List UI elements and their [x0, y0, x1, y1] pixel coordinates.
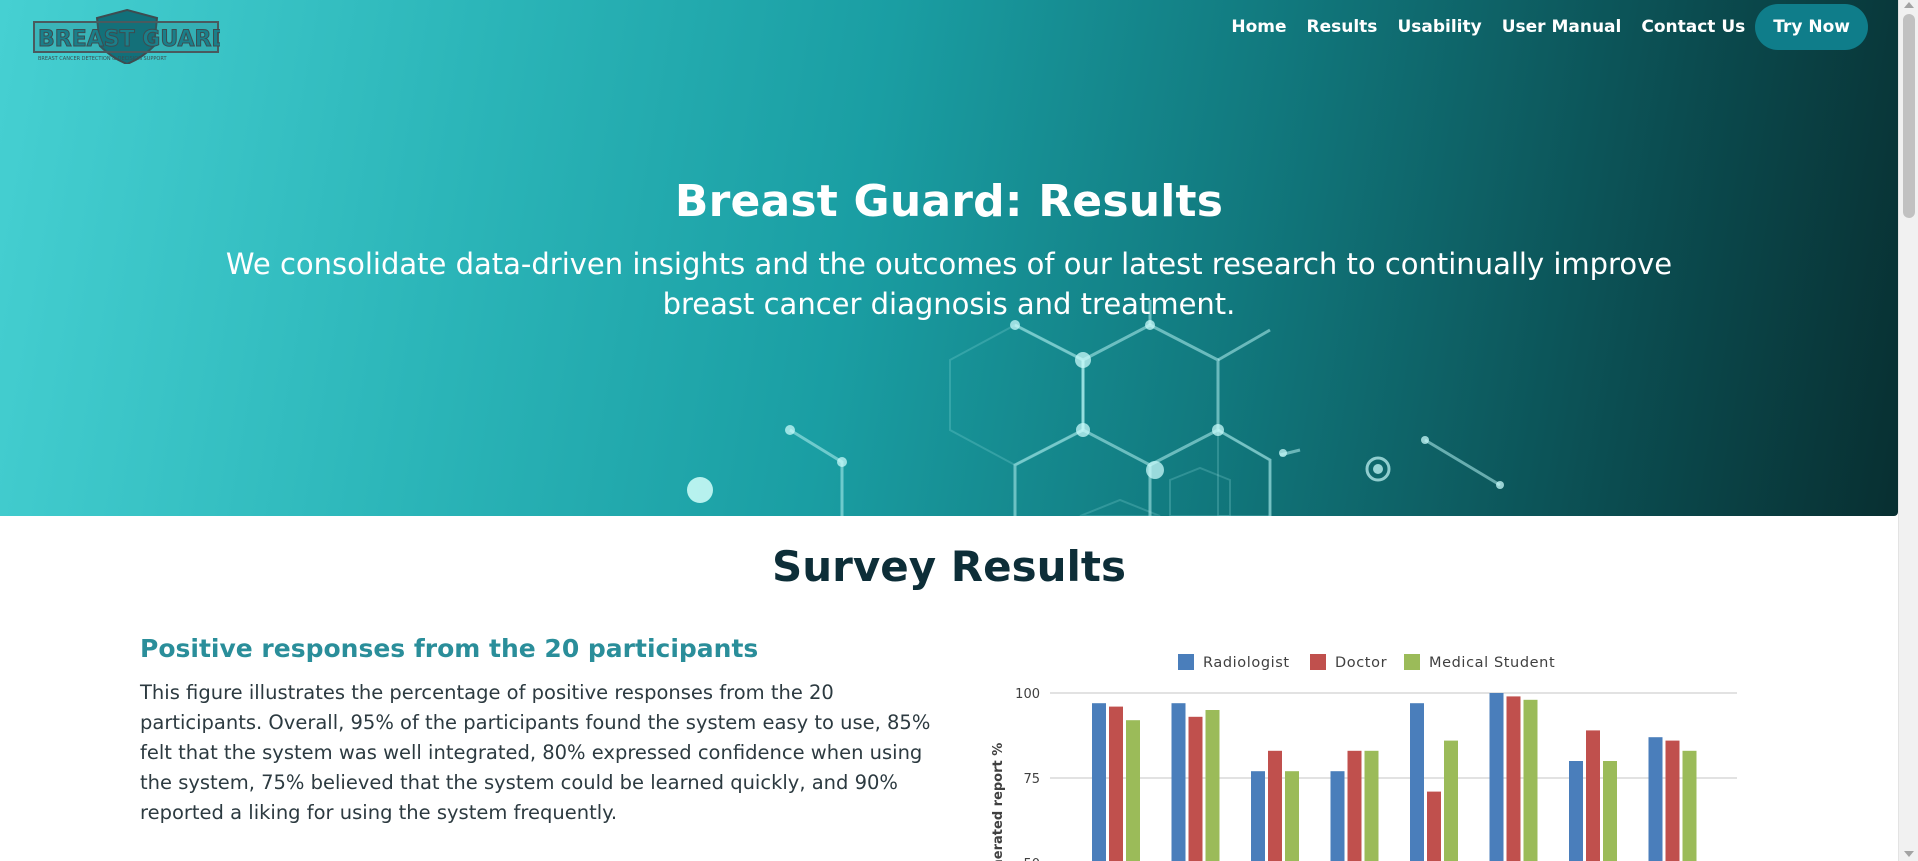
y-tick-label: 50 — [1023, 857, 1040, 861]
nav-contact-us[interactable]: Contact Us — [1631, 17, 1755, 37]
hero-banner: BREAST GUARD BREAST CANCER DETECTION & D… — [0, 0, 1898, 516]
logo-text: BREAST GUARD — [38, 27, 220, 52]
nav-results[interactable]: Results — [1297, 17, 1388, 37]
bar — [1648, 737, 1663, 861]
bar — [1569, 761, 1583, 861]
bar — [1188, 716, 1203, 861]
survey-subheading: Positive responses from the 20 participa… — [140, 634, 759, 663]
legend-label: Medical Student — [1429, 655, 1555, 671]
bar — [1364, 750, 1379, 861]
bar — [1586, 730, 1600, 861]
legend-label: Doctor — [1335, 655, 1387, 671]
nav-usability[interactable]: Usability — [1387, 17, 1491, 37]
bar — [1171, 703, 1186, 861]
page-title: Breast Guard: Results — [674, 176, 1224, 227]
survey-description: This figure illustrates the percentage o… — [140, 681, 931, 824]
survey-bar-chart: 50 75 100 enerated report % Radiologist Docto… — [991, 654, 1737, 861]
legend-label: Radiologist — [1203, 655, 1290, 671]
nav-user-manual[interactable]: User Manual — [1492, 17, 1632, 37]
bar — [1410, 703, 1424, 861]
legend-swatch — [1178, 654, 1194, 670]
bar — [1682, 750, 1697, 861]
nav-home[interactable]: Home — [1221, 17, 1296, 37]
bar — [1444, 740, 1458, 861]
bar — [1489, 693, 1504, 861]
section-title: Survey Results — [772, 542, 1126, 591]
bar — [1092, 703, 1106, 861]
bar — [1126, 720, 1140, 861]
bar — [1251, 771, 1265, 861]
bar — [1205, 710, 1220, 861]
scroll-up-arrow-icon[interactable] — [1904, 2, 1914, 8]
legend-swatch — [1310, 654, 1326, 670]
hero-subtitle: We consolidate data-driven insights and … — [225, 247, 1673, 321]
bar — [1523, 699, 1538, 861]
scroll-down-arrow-icon[interactable] — [1904, 851, 1914, 857]
y-tick-label: 75 — [1023, 772, 1040, 787]
legend-swatch — [1404, 654, 1420, 670]
main-nav: Home Results Usability User Manual Conta… — [1221, 4, 1868, 50]
bar — [1665, 740, 1680, 861]
y-axis-label: enerated report % — [991, 743, 1006, 861]
bar — [1427, 791, 1441, 861]
vertical-scrollbar[interactable] — [1898, 0, 1918, 861]
bar — [1347, 750, 1362, 861]
logo-tagline: BREAST CANCER DETECTION & DECISION SUPPO… — [38, 56, 167, 62]
breast-guard-logo[interactable]: BREAST GUARD BREAST CANCER DETECTION & D… — [32, 8, 220, 64]
bar — [1506, 696, 1521, 861]
y-tick-label: 100 — [1015, 687, 1040, 702]
bar — [1268, 750, 1282, 861]
bar — [1109, 706, 1123, 861]
bar — [1330, 771, 1345, 861]
try-now-button[interactable]: Try Now — [1755, 4, 1868, 50]
scroll-thumb[interactable] — [1903, 14, 1915, 218]
bar — [1603, 761, 1617, 861]
bar — [1285, 771, 1299, 861]
